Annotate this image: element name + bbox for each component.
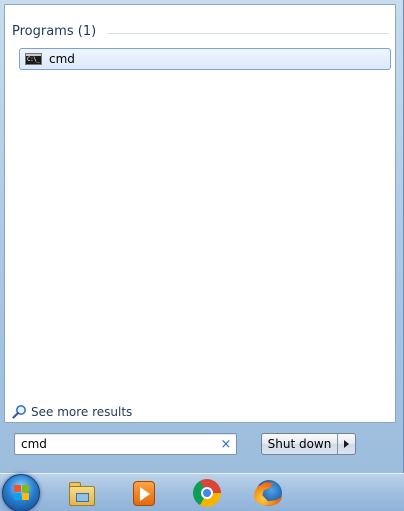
- programs-group-header: Programs (1): [12, 24, 97, 39]
- windows-orb-icon: [14, 485, 30, 501]
- command-prompt-icon: C:\_: [25, 53, 42, 65]
- taskbar-mozilla-firefox[interactable]: [254, 478, 284, 508]
- magnifier-icon: [12, 405, 26, 419]
- result-item-label: cmd: [49, 52, 75, 66]
- shutdown-split-button: Shut down: [261, 433, 356, 455]
- clear-search-icon[interactable]: ×: [216, 437, 236, 452]
- shutdown-button[interactable]: Shut down: [262, 434, 338, 454]
- search-box[interactable]: ×: [14, 433, 237, 455]
- start-button[interactable]: [2, 474, 40, 511]
- search-input[interactable]: [15, 435, 216, 453]
- command-prompt-icon-text: C:\_: [27, 56, 40, 63]
- result-item-cmd[interactable]: C:\_ cmd: [19, 48, 391, 70]
- start-menu: Programs (1) C:\_ cmd See more results ×…: [0, 0, 404, 473]
- taskbar-windows-explorer[interactable]: [67, 478, 97, 508]
- group-divider: [107, 33, 389, 34]
- taskbar-media-player[interactable]: [129, 478, 159, 508]
- taskbar: [0, 473, 404, 511]
- see-more-results-label: See more results: [31, 404, 133, 419]
- search-results-pane: Programs (1) C:\_ cmd See more results: [4, 4, 396, 423]
- chevron-right-icon: [344, 440, 349, 448]
- see-more-results-link[interactable]: See more results: [12, 404, 132, 419]
- shutdown-options-button[interactable]: [338, 434, 355, 454]
- taskbar-google-chrome[interactable]: [192, 478, 222, 508]
